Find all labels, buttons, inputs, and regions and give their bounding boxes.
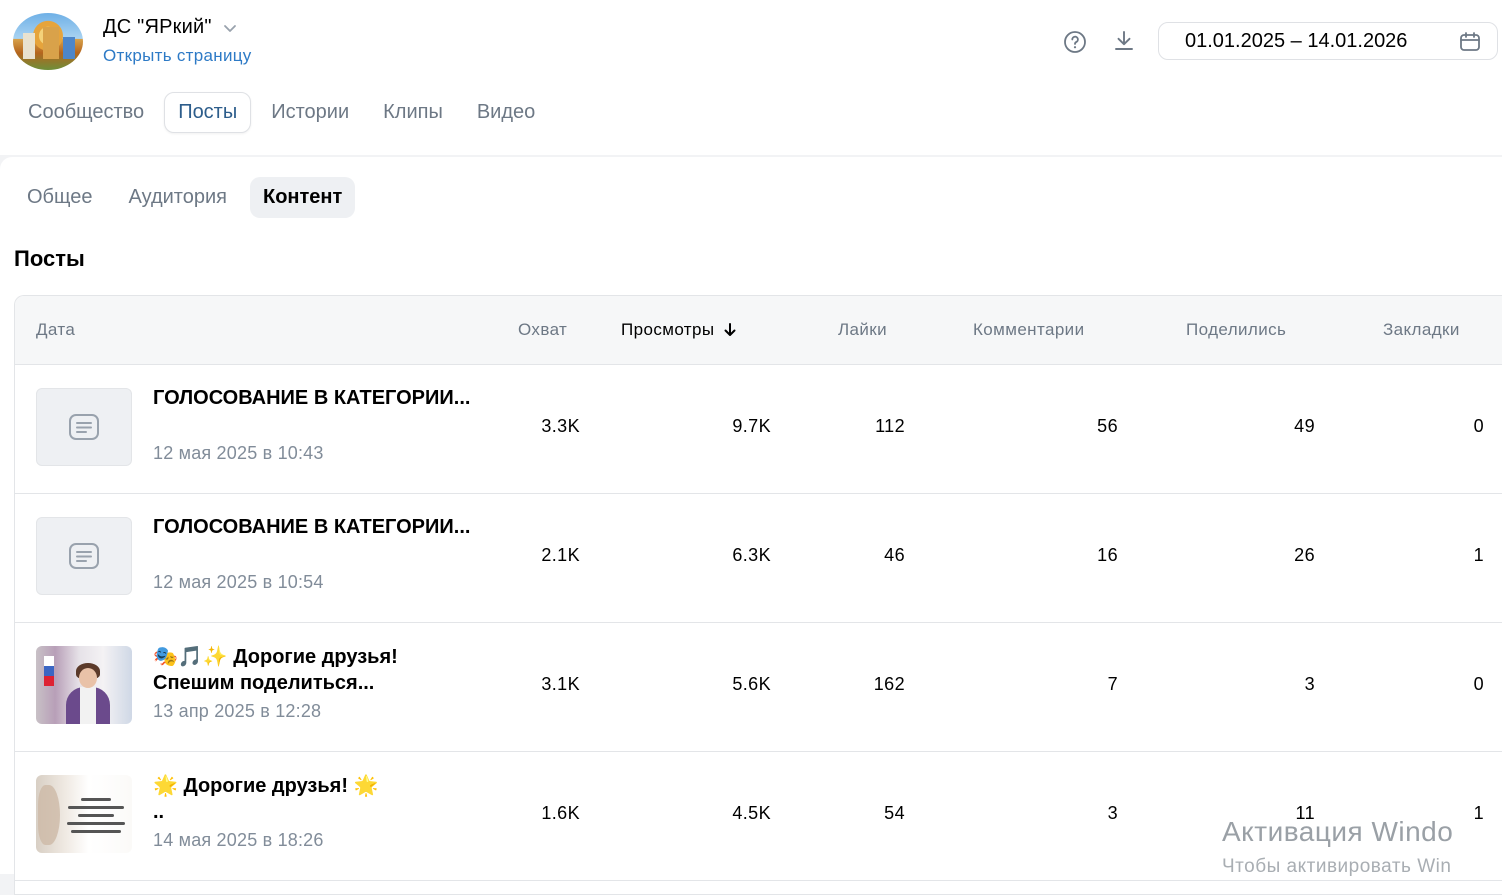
post-photo-thumbnail bbox=[36, 646, 132, 724]
post-title[interactable]: 🎭🎵✨ Дорогие друзья! Спешим поделиться... bbox=[153, 643, 473, 696]
post-title-text: Дорогие друзья! bbox=[183, 775, 348, 797]
column-date[interactable]: Дата bbox=[36, 320, 75, 340]
community-name: ДС "ЯРкий" bbox=[103, 16, 212, 38]
sub-tabs: Общее Аудитория Контент bbox=[14, 177, 356, 218]
cell-shares: 49 bbox=[1294, 416, 1315, 436]
column-views[interactable]: Просмотры bbox=[621, 320, 738, 340]
content-card: Общее Аудитория Контент Посты Дата Охват… bbox=[0, 157, 1502, 895]
post-date: 12 мая 2025 в 10:54 bbox=[153, 572, 324, 592]
column-shares[interactable]: Поделились bbox=[1186, 320, 1286, 340]
table-row[interactable]: ГОЛОСОВАНИЕ В КАТЕГОРИИ... 12 мая 2025 в… bbox=[15, 494, 1502, 623]
column-likes[interactable]: Лайки bbox=[838, 320, 887, 340]
column-reach[interactable]: Охват bbox=[518, 320, 567, 340]
cell-comments: 3 bbox=[1107, 803, 1118, 823]
cell-comments: 56 bbox=[1097, 416, 1118, 436]
post-thumbnail bbox=[36, 517, 132, 595]
calendar-icon bbox=[1460, 32, 1480, 51]
subtab-general[interactable]: Общее bbox=[14, 177, 106, 218]
windows-activation-watermark: Активация Windo bbox=[1222, 816, 1454, 847]
cell-bookmarks: 1 bbox=[1473, 545, 1484, 565]
tab-posts[interactable]: Посты bbox=[164, 92, 252, 133]
post-title[interactable]: ГОЛОСОВАНИЕ В КАТЕГОРИИ... bbox=[153, 385, 473, 411]
column-views-label: Просмотры bbox=[621, 320, 715, 339]
text-post-icon bbox=[69, 543, 99, 569]
windows-activation-hint: Чтобы активировать Win bbox=[1222, 856, 1452, 877]
cell-likes: 112 bbox=[875, 416, 905, 436]
post-date: 14 мая 2025 в 18:26 bbox=[153, 830, 324, 850]
sort-arrow-down-icon bbox=[724, 323, 736, 336]
post-emoji: 🎭🎵✨ bbox=[153, 644, 228, 668]
date-range-value: 01.01.2025 – 14.01.2026 bbox=[1185, 29, 1408, 52]
community-avatar[interactable] bbox=[13, 13, 83, 70]
cell-bookmarks: 0 bbox=[1473, 674, 1484, 694]
cell-reach: 3.1K bbox=[541, 674, 580, 694]
table-row[interactable]: ГОЛОСОВАНИЕ В КАТЕГОРИИ... 12 мая 2025 в… bbox=[15, 365, 1502, 494]
cell-bookmarks: 0 bbox=[1473, 416, 1484, 436]
post-title[interactable]: ГОЛОСОВАНИЕ В КАТЕГОРИИ... bbox=[153, 514, 473, 540]
text-post-icon bbox=[69, 414, 99, 440]
community-selector[interactable]: ДС "ЯРкий" bbox=[103, 16, 238, 39]
cell-likes: 162 bbox=[873, 674, 905, 694]
cell-likes: 54 bbox=[884, 803, 905, 823]
cell-comments: 7 bbox=[1107, 674, 1118, 694]
posts-table: Дата Охват Просмотры Лайки Комментарии П… bbox=[14, 295, 1502, 895]
cell-reach: 1.6K bbox=[541, 803, 580, 823]
post-thumbnail bbox=[36, 388, 132, 466]
cell-views: 6.3K bbox=[732, 545, 771, 565]
post-title-line2: .. bbox=[153, 801, 165, 823]
tab-video[interactable]: Видео bbox=[463, 92, 549, 133]
date-range-picker[interactable]: 01.01.2025 – 14.01.2026 bbox=[1158, 22, 1498, 60]
cell-views: 9.7K bbox=[732, 416, 771, 436]
post-date: 12 мая 2025 в 10:43 bbox=[153, 443, 324, 463]
help-icon[interactable] bbox=[1063, 30, 1087, 54]
tab-community[interactable]: Сообщество bbox=[14, 92, 158, 133]
subtab-content[interactable]: Контент bbox=[249, 177, 356, 218]
cell-likes: 46 bbox=[884, 545, 905, 565]
chevron-down-icon bbox=[223, 24, 236, 32]
cell-comments: 16 bbox=[1097, 545, 1118, 565]
cell-reach: 2.1K bbox=[541, 545, 580, 565]
table-row[interactable]: 🎭🎵✨ Дорогие друзья! Спешим поделиться...… bbox=[15, 623, 1502, 752]
post-title[interactable]: 🌟 Дорогие друзья! 🌟 .. bbox=[153, 772, 473, 825]
table-header: Дата Охват Просмотры Лайки Комментарии П… bbox=[15, 296, 1502, 365]
section-title: Посты bbox=[14, 246, 85, 271]
cell-reach: 3.3K bbox=[541, 416, 580, 436]
open-page-link[interactable]: Открыть страницу bbox=[103, 46, 252, 66]
tab-stories[interactable]: Истории bbox=[257, 92, 363, 133]
column-comments[interactable]: Комментарии bbox=[973, 320, 1084, 340]
cell-shares: 3 bbox=[1304, 674, 1315, 694]
tab-clips[interactable]: Клипы bbox=[369, 92, 457, 133]
cell-shares: 26 bbox=[1294, 545, 1315, 565]
column-bookmarks[interactable]: Закладки bbox=[1383, 320, 1460, 340]
post-emoji: 🌟 bbox=[353, 773, 379, 797]
subtab-audience[interactable]: Аудитория bbox=[116, 177, 240, 218]
post-photo-thumbnail bbox=[36, 775, 132, 853]
download-icon[interactable] bbox=[1112, 29, 1136, 53]
cell-views: 5.6K bbox=[732, 674, 771, 694]
cell-views: 4.5K bbox=[732, 803, 771, 823]
post-date: 13 апр 2025 в 12:28 bbox=[153, 701, 322, 721]
main-tabs: Сообщество Посты Истории Клипы Видео bbox=[14, 92, 549, 133]
top-header: ДС "ЯРкий" Открыть страницу 01.01.2025 –… bbox=[0, 0, 1502, 155]
post-emoji: 🌟 bbox=[153, 773, 178, 797]
